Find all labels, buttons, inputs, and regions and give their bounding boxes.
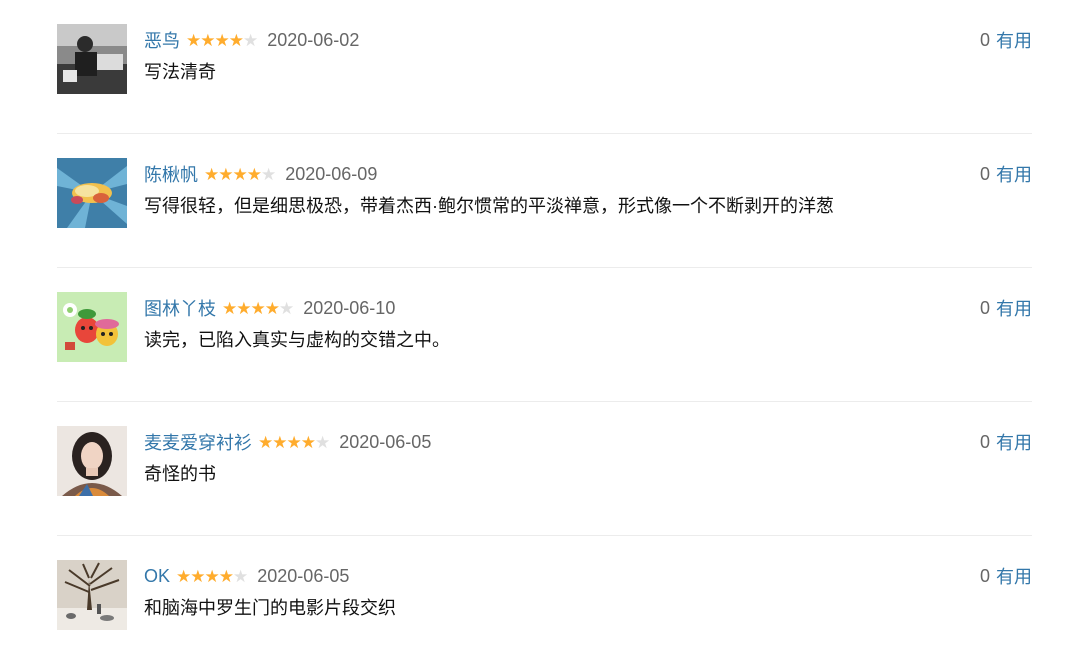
vote-count: 0 [979, 565, 990, 586]
avatar[interactable] [57, 292, 127, 362]
star-icon: ★ [218, 566, 234, 586]
comment-text: 读完，已陷入真实与虚构的交错之中。 [144, 330, 450, 350]
comment-text: 和脑海中罗生门的电影片段交织 [144, 598, 396, 618]
comment-meta: 恶鸟 ★ ★ ★ ★ ★ 2020-06-02 [144, 28, 359, 52]
star-icon: ★ [232, 164, 248, 184]
star-icon: ★ [315, 432, 330, 452]
comment-date: 2020-06-09 [285, 163, 378, 184]
vote-area: 0 有用 [980, 162, 1032, 186]
avatar[interactable] [57, 426, 127, 496]
comment-date: 2020-06-05 [339, 431, 432, 452]
username-link[interactable]: OK [144, 566, 170, 587]
rating-stars: ★ ★ ★ ★ ★ [222, 298, 294, 318]
username-link[interactable]: 陈楸帆 [144, 161, 198, 187]
comment-list: 恶鸟 ★ ★ ★ ★ ★ 2020-06-02 写法清奇 0 有用 陈楸帆 ★ ★ ★ ★ ★ … [57, 0, 1032, 670]
star-icon: ★ [204, 164, 219, 184]
comment-text: 写得很轻，但是细思极恐，带着杰西·鲍尔惯常的平淡禅意，形式像一个不断剥开的洋葱 [144, 196, 834, 216]
comment-date: 2020-06-02 [267, 29, 360, 50]
star-icon: ★ [200, 30, 215, 50]
username-link[interactable]: 麦麦爱穿衬衫 [144, 429, 252, 455]
useful-button[interactable]: 有用 [996, 429, 1032, 455]
star-icon: ★ [218, 164, 233, 184]
star-icon: ★ [279, 298, 294, 318]
vote-count: 0 [979, 431, 990, 452]
useful-button[interactable]: 有用 [996, 295, 1032, 321]
rating-stars: ★ ★ ★ ★ ★ [176, 566, 248, 586]
star-icon: ★ [233, 566, 248, 586]
comment-item: 麦麦爱穿衬衫 ★ ★ ★ ★ ★ 2020-06-05 奇怪的书 0 有用 [57, 402, 1032, 536]
vote-count: 0 [979, 297, 990, 318]
star-icon: ★ [214, 30, 230, 50]
comment-meta: 陈楸帆 ★ ★ ★ ★ ★ 2020-06-09 [144, 162, 377, 186]
star-icon: ★ [243, 30, 258, 50]
rating-stars: ★ ★ ★ ★ ★ [204, 164, 276, 184]
useful-button[interactable]: 有用 [996, 161, 1032, 187]
comment-item: OK ★ ★ ★ ★ ★ 2020-06-05 和脑海中罗生门的电影片段交织 0 有用 [57, 536, 1032, 670]
vote-area: 0 有用 [980, 28, 1032, 52]
star-icon: ★ [258, 432, 273, 452]
useful-button[interactable]: 有用 [996, 27, 1032, 53]
star-icon: ★ [228, 30, 244, 50]
star-icon: ★ [250, 298, 266, 318]
vote-area: 0 有用 [980, 296, 1032, 320]
avatar[interactable] [57, 24, 127, 94]
avatar[interactable] [57, 158, 127, 228]
comment-text: 奇怪的书 [144, 464, 216, 484]
username-link[interactable]: 恶鸟 [144, 27, 180, 53]
comment-date: 2020-06-10 [303, 297, 396, 318]
star-icon: ★ [272, 432, 287, 452]
star-icon: ★ [286, 432, 302, 452]
username-link[interactable]: 图林丫枝 [144, 295, 216, 321]
star-icon: ★ [236, 298, 251, 318]
star-icon: ★ [300, 432, 316, 452]
comment-meta: 图林丫枝 ★ ★ ★ ★ ★ 2020-06-10 [144, 296, 395, 320]
star-icon: ★ [204, 566, 220, 586]
avatar[interactable] [57, 560, 127, 630]
star-icon: ★ [246, 164, 262, 184]
star-icon: ★ [176, 566, 191, 586]
vote-count: 0 [979, 29, 990, 50]
vote-count: 0 [979, 163, 990, 184]
vote-area: 0 有用 [980, 430, 1032, 454]
comment-text: 写法清奇 [144, 62, 216, 82]
comment-item: 图林丫枝 ★ ★ ★ ★ ★ 2020-06-10 读完，已陷入真实与虚构的交错之中。 … [57, 268, 1032, 402]
rating-stars: ★ ★ ★ ★ ★ [186, 30, 258, 50]
star-icon: ★ [186, 30, 201, 50]
star-icon: ★ [222, 298, 237, 318]
comment-meta: 麦麦爱穿衬衫 ★ ★ ★ ★ ★ 2020-06-05 [144, 430, 431, 454]
comment-date: 2020-06-05 [257, 565, 350, 586]
star-icon: ★ [264, 298, 280, 318]
comment-item: 恶鸟 ★ ★ ★ ★ ★ 2020-06-02 写法清奇 0 有用 [57, 0, 1032, 134]
rating-stars: ★ ★ ★ ★ ★ [258, 432, 330, 452]
useful-button[interactable]: 有用 [996, 563, 1032, 589]
comment-meta: OK ★ ★ ★ ★ ★ 2020-06-05 [144, 564, 349, 588]
vote-area: 0 有用 [980, 564, 1032, 588]
star-icon: ★ [261, 164, 276, 184]
star-icon: ★ [190, 566, 205, 586]
comment-item: 陈楸帆 ★ ★ ★ ★ ★ 2020-06-09 写得很轻，但是细思极恐，带着杰西·鲍尔… [57, 134, 1032, 268]
